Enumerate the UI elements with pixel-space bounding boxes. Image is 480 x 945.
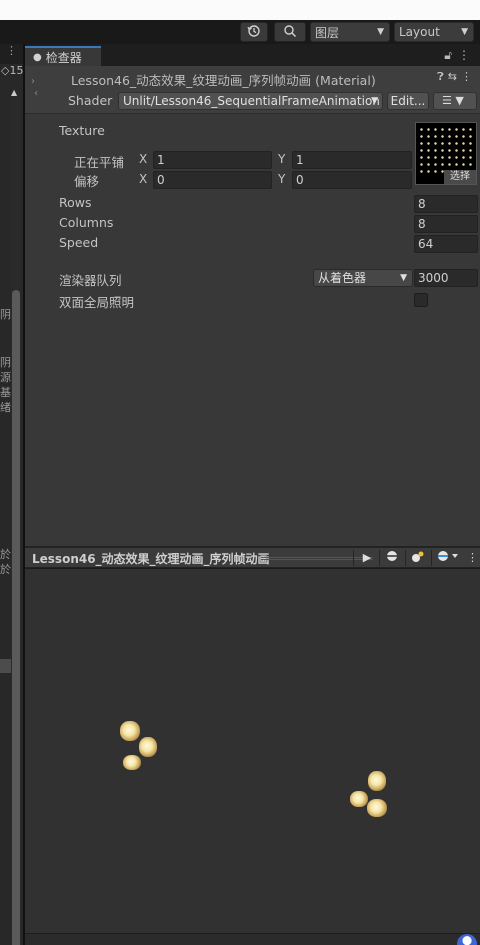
double-sided-gi-label: 双面全局照明 xyxy=(59,295,135,310)
tiling-x-axis-label: X xyxy=(139,152,148,166)
material-icon: › ‹ xyxy=(31,76,39,99)
texture-preview-image xyxy=(418,126,474,176)
layout-dropdown[interactable]: Layout ▼ xyxy=(394,22,474,42)
left-panel-menu-icon[interactable]: ⋮ xyxy=(0,44,23,64)
chevron-down-icon: ▼ xyxy=(377,27,384,37)
tiling-y-axis-label: Y xyxy=(278,152,286,166)
material-header-icons: ❓︎⇆⋮ xyxy=(437,70,476,84)
tab-inspector[interactable]: ● 检查器 xyxy=(25,46,101,66)
info-icon: ● xyxy=(33,51,42,63)
sphere-mesh-icon[interactable] xyxy=(383,550,401,566)
inspector-panel: › ‹ Lesson46_动态效果_纹理动画_序列帧动画 (Material) … xyxy=(25,66,480,546)
render-queue-field[interactable]: 3000 xyxy=(414,269,478,287)
more-menu-icon[interactable]: ⋮ xyxy=(467,550,478,566)
edit-shader-button[interactable]: Edit... xyxy=(387,92,429,110)
left-panel-text-c: 於 於 xyxy=(0,548,11,576)
left-panel-scrollbar[interactable]: ▲ xyxy=(11,88,21,945)
preview-drag-handle[interactable] xyxy=(261,557,373,560)
inspector-tab-bar: ● 检查器 🔓︎⋮ xyxy=(25,44,480,66)
chevron-down-icon: ▼ xyxy=(400,273,407,283)
speed-label: Speed xyxy=(59,235,99,250)
tiling-label: 正在平铺 xyxy=(74,155,125,170)
shader-list-button[interactable]: ☰ ▼ xyxy=(433,92,477,110)
left-panel-selected-row[interactable] xyxy=(0,659,11,673)
top-toolbar: 图层 ▼ Layout ▼ xyxy=(0,20,480,44)
left-panel-count: ◇15 xyxy=(1,64,23,77)
play-icon[interactable]: ▶ xyxy=(359,550,375,566)
render-queue-dropdown[interactable]: 从着色器 ▼ xyxy=(313,269,413,287)
double-sided-gi-checkbox[interactable] xyxy=(414,293,428,307)
rows-label: Rows xyxy=(59,195,92,210)
list-icon: ☰ ▼ xyxy=(442,94,464,107)
help-icon[interactable]: ❓︎ xyxy=(437,70,448,83)
layers-dropdown-label: 图层 xyxy=(315,25,340,40)
left-panel: ⋮ ◇15 ▲ 阴 阴 源 基 绪 於 於 xyxy=(0,44,23,945)
layout-dropdown-label: Layout xyxy=(399,25,440,39)
material-header: › ‹ Lesson46_动态效果_纹理动画_序列帧动画 (Material) … xyxy=(25,66,480,114)
material-title: Lesson46_动态效果_纹理动画_序列帧动画 (Material) xyxy=(71,73,376,88)
speed-field[interactable]: 64 xyxy=(414,235,478,253)
tiling-x-field[interactable]: 1 xyxy=(153,151,272,169)
material-preview-viewport[interactable] xyxy=(25,569,480,933)
preview-title: Lesson46_动态效果_纹理动画_序列帧动画 xyxy=(32,552,270,566)
history-button[interactable] xyxy=(240,22,268,42)
left-panel-text-a: 阴 xyxy=(0,308,11,321)
offset-label: 偏移 xyxy=(74,174,100,189)
render-queue-label: 渲染器队列 xyxy=(59,273,122,288)
preset-icon[interactable]: ⇆ xyxy=(448,70,461,83)
lights-icon[interactable] xyxy=(409,550,427,566)
toolbar-separator xyxy=(353,550,354,566)
shader-dropdown[interactable]: Unlit/Lesson46_SequentialFrameAnimation … xyxy=(118,92,383,110)
layers-dropdown[interactable]: 图层 ▼ xyxy=(310,22,390,42)
top-white-strip xyxy=(0,0,480,20)
select-texture-button[interactable]: 选择 xyxy=(444,170,476,184)
tab-bar-icons: 🔓︎⋮ xyxy=(444,48,476,63)
lock-icon[interactable]: 🔓︎ xyxy=(444,48,458,62)
tiling-y-field[interactable]: 1 xyxy=(292,151,412,169)
offset-x-axis-label: X xyxy=(139,172,148,186)
render-queue-dropdown-value: 从着色器 xyxy=(318,271,367,285)
offset-x-field[interactable]: 0 xyxy=(153,171,272,189)
tab-inspector-label: 检查器 xyxy=(45,50,82,65)
shader-label: Shader xyxy=(68,93,113,108)
history-icon xyxy=(247,24,261,41)
columns-label: Columns xyxy=(59,215,114,230)
toolbar-separator xyxy=(379,550,380,566)
scrollbar-thumb[interactable] xyxy=(12,290,20,945)
texture-label: Texture xyxy=(59,123,105,138)
toolbar-separator xyxy=(405,550,406,566)
preview-header: Lesson46_动态效果_纹理动画_序列帧动画 ▶ ⋮ xyxy=(25,548,480,568)
scroll-up-icon[interactable]: ▲ xyxy=(11,88,17,97)
rows-field[interactable]: 8 xyxy=(414,195,478,213)
texture-thumbnail[interactable]: 选择 xyxy=(415,122,477,185)
more-menu-icon[interactable]: ⋮ xyxy=(458,48,476,62)
chevron-down-icon: ▼ xyxy=(371,96,378,106)
preview-footer xyxy=(25,933,480,945)
columns-field[interactable]: 8 xyxy=(414,215,478,233)
offset-y-field[interactable]: 0 xyxy=(292,171,412,189)
more-menu-icon[interactable]: ⋮ xyxy=(461,70,476,83)
offset-y-axis-label: Y xyxy=(278,172,286,186)
preview-shape-dropdown[interactable] xyxy=(434,550,462,566)
shader-dropdown-value: Unlit/Lesson46_SequentialFrameAnimation xyxy=(123,94,380,108)
chevron-down-icon: ▼ xyxy=(461,27,468,37)
search-icon xyxy=(283,24,297,41)
left-panel-text-b: 阴 源 基 绪 xyxy=(0,356,11,414)
search-button[interactable] xyxy=(274,22,306,42)
toolbar-separator xyxy=(431,550,432,566)
